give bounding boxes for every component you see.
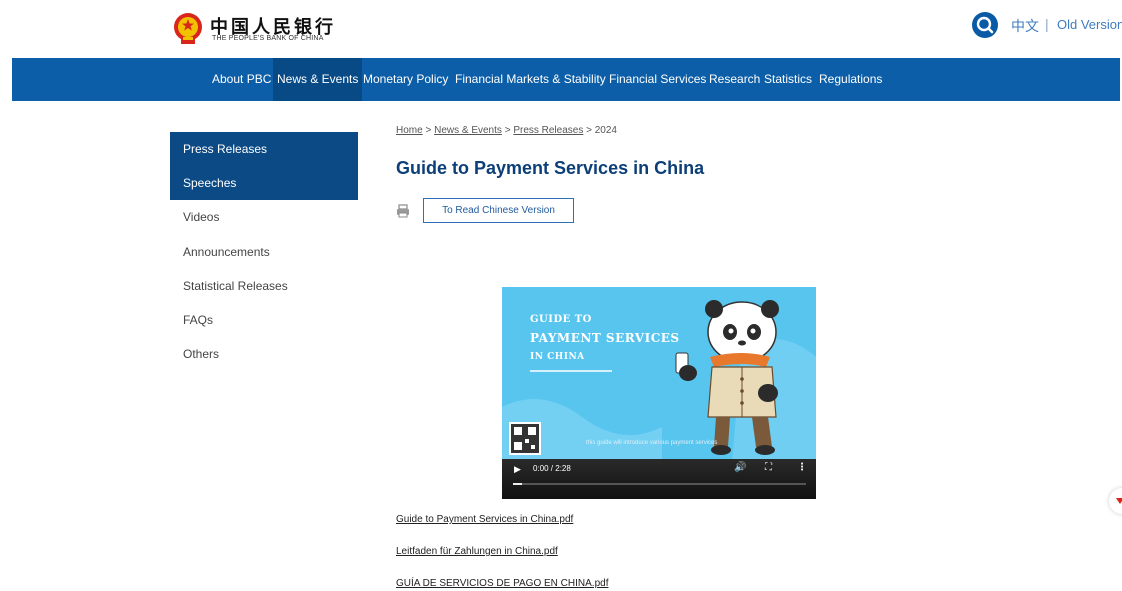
video-title-line-1: GUIDE TO — [530, 314, 592, 325]
sidebar-item-others[interactable]: Others — [170, 337, 358, 371]
file-link-german-pdf[interactable]: Leitfaden für Zahlungen in China.pdf — [396, 546, 558, 557]
video-subtitle: this guide will introduce various paymen… — [586, 440, 718, 446]
arrow-down-icon — [1116, 498, 1122, 504]
video-time: 0:00 / 2:28 — [533, 464, 571, 473]
breadcrumb-separator: > — [586, 125, 592, 136]
read-chinese-version-button[interactable]: To Read Chinese Version — [423, 198, 574, 223]
site-header: 中国人民银行 THE PEOPLE'S BANK OF CHINA 中文 | O… — [0, 0, 1122, 58]
page-title: Guide to Payment Services in China — [396, 158, 705, 178]
video-title-line-3: IN CHINA — [530, 352, 585, 362]
sidebar-item-faqs[interactable]: FAQs — [170, 303, 358, 337]
search-icon — [976, 16, 994, 34]
nav-monetary-policy[interactable]: Monetary Policy — [363, 58, 448, 101]
file-link-english-pdf[interactable]: Guide to Payment Services in China.pdf — [396, 514, 573, 525]
more-options-icon[interactable]: ⋮ — [797, 462, 807, 473]
fullscreen-icon[interactable]: ⛶ — [765, 462, 772, 473]
video-progress-bar[interactable] — [513, 483, 806, 485]
nav-research[interactable]: Research — [709, 58, 760, 101]
print-icon[interactable] — [396, 204, 410, 218]
search-button[interactable] — [972, 12, 998, 38]
sidebar-item-press-releases[interactable]: Press Releases — [170, 132, 358, 166]
video-title-line-2: PAYMENT SERVICES — [530, 331, 680, 345]
sidebar-item-speeches[interactable]: Speeches — [170, 166, 358, 200]
breadcrumb-press-releases[interactable]: Press Releases — [513, 125, 583, 136]
breadcrumb-separator: > — [504, 125, 511, 136]
nav-statistics[interactable]: Statistics — [764, 58, 812, 101]
sidebar-item-statistical-releases[interactable]: Statistical Releases — [170, 269, 358, 303]
sidebar-item-videos[interactable]: Videos — [170, 200, 358, 234]
sidebar-item-announcements[interactable]: Announcements — [170, 235, 358, 269]
breadcrumb-news-events[interactable]: News & Events — [434, 125, 502, 136]
main-navigation: About PBC News & Events Monetary Policy … — [12, 58, 1120, 101]
video-progress-fill — [513, 483, 522, 485]
nav-regulations[interactable]: Regulations — [819, 58, 882, 101]
logo-english-text[interactable]: THE PEOPLE'S BANK OF CHINA — [212, 35, 324, 42]
video-player[interactable]: GUIDE TO PAYMENT SERVICES IN CHINA this … — [502, 287, 816, 499]
breadcrumb: Home > News & Events > Press Releases > … — [396, 125, 617, 136]
play-icon[interactable]: ▶ — [514, 464, 521, 475]
volume-icon[interactable]: 🔊 — [734, 462, 746, 473]
breadcrumb-home[interactable]: Home — [396, 125, 423, 136]
file-link-spanish-pdf[interactable]: GUÍA DE SERVICIOS DE PAGO EN CHINA.pdf — [396, 578, 608, 589]
language-separator: | — [1045, 16, 1049, 32]
chinese-language-link[interactable]: 中文 — [1011, 16, 1039, 36]
national-emblem-icon — [174, 13, 202, 44]
nav-news-events[interactable]: News & Events — [273, 58, 363, 101]
nav-financial-services[interactable]: Financial Services — [609, 58, 706, 101]
nav-financial-markets-stability[interactable]: Financial Markets & Stability — [455, 58, 606, 101]
nav-about-pbc[interactable]: About PBC — [212, 58, 271, 101]
breadcrumb-separator: > — [425, 125, 432, 136]
old-version-link[interactable]: Old Version — [1057, 17, 1122, 32]
video-controls: ▶ 0:00 / 2:28 🔊 ⛶ ⋮ — [502, 459, 816, 499]
breadcrumb-year: 2024 — [594, 125, 617, 136]
floating-side-button[interactable] — [1109, 488, 1122, 514]
